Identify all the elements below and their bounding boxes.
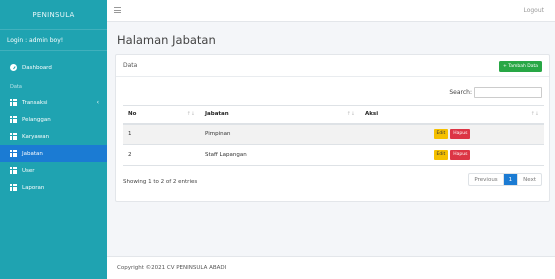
dashboard-icon	[10, 64, 17, 71]
sidebar-item-label: Laporan	[22, 184, 45, 191]
sidebar-item-label: Pelanggan	[22, 116, 51, 123]
card-title: Data	[123, 62, 138, 69]
cell-no: 1	[123, 123, 200, 145]
column-header-aksi[interactable]: Aksi ↑↓	[360, 105, 544, 125]
delete-button[interactable]: Hapus	[450, 150, 471, 160]
menu-toggle-icon[interactable]	[114, 7, 121, 13]
sidebar-item-laporan[interactable]: Laporan	[0, 179, 107, 196]
edit-button[interactable]: Edit	[433, 150, 449, 160]
pagination-previous[interactable]: Previous	[469, 174, 504, 185]
table-icon	[10, 116, 17, 123]
pagination: Previous 1 Next	[468, 173, 542, 186]
sidebar-item-transaksi[interactable]: Transaksi ‹	[0, 94, 107, 111]
edit-button[interactable]: Edit	[433, 129, 449, 140]
sidebar-item-label: Transaksi	[22, 99, 48, 106]
table-row: 2 Staff Lapangan Edit Hapus	[123, 144, 544, 166]
sidebar-item-label: Karyawan	[22, 133, 50, 140]
login-status: Login : admin boy!	[0, 29, 107, 51]
sidebar-item-jabatan[interactable]: Jabatan	[0, 145, 107, 162]
search-input[interactable]	[474, 87, 542, 98]
logout-link[interactable]: Logout	[523, 7, 544, 14]
search-label: Search:	[449, 89, 472, 96]
brand-logo[interactable]: PENINSULA	[0, 0, 107, 29]
page-title: Halaman Jabatan	[117, 33, 216, 47]
table-icon	[10, 133, 17, 140]
column-header-no[interactable]: No ↑↓	[123, 105, 200, 125]
cell-aksi: Edit Hapus	[360, 123, 544, 145]
delete-button[interactable]: Hapus	[450, 129, 471, 140]
card-header: Data + Tambah Data	[116, 55, 549, 77]
add-data-button[interactable]: + Tambah Data	[499, 61, 542, 72]
jabatan-table: No ↑↓ Jabatan ↑↓ Aksi ↑↓ 1 Pimpinan Edit Hap…	[123, 105, 544, 166]
sort-icon: ↑↓	[186, 111, 195, 117]
table-row: 1 Pimpinan Edit Hapus	[123, 123, 544, 145]
copyright-text: Copyright ©2021 CV PENINSULA ABADI	[117, 265, 227, 271]
table-icon	[10, 150, 17, 157]
table-icon	[10, 184, 17, 191]
table-icon	[10, 167, 17, 174]
sidebar-item-label: Jabatan	[22, 150, 43, 157]
chevron-left-icon: ‹	[96, 99, 99, 106]
cell-aksi: Edit Hapus	[360, 144, 544, 166]
cell-jabatan: Staff Lapangan	[200, 144, 360, 166]
sidebar: PENINSULA Login : admin boy! Dashboard D…	[0, 0, 107, 279]
sort-icon: ↑↓	[530, 111, 539, 117]
data-card: Data + Tambah Data Search: No ↑↓ Jabatan ↑…	[115, 54, 550, 202]
sidebar-item-label: User	[22, 167, 35, 174]
table-info: Showing 1 to 2 of 2 entries	[123, 179, 198, 185]
pagination-page-1[interactable]: 1	[503, 174, 519, 185]
cell-no: 2	[123, 144, 200, 166]
pagination-next[interactable]: Next	[518, 174, 541, 185]
footer: Copyright ©2021 CV PENINSULA ABADI	[107, 256, 555, 279]
top-navbar: Logout	[107, 0, 555, 22]
sort-icon: ↑↓	[346, 111, 355, 117]
sidebar-item-dashboard[interactable]: Dashboard	[0, 58, 107, 77]
sidebar-item-pelanggan[interactable]: Pelanggan	[0, 111, 107, 128]
search-row: Search:	[116, 87, 549, 99]
sidebar-item-label: Dashboard	[22, 64, 52, 71]
sidebar-item-karyawan[interactable]: Karyawan	[0, 128, 107, 145]
table-icon	[10, 99, 17, 106]
sidebar-item-user[interactable]: User	[0, 162, 107, 179]
column-header-jabatan[interactable]: Jabatan ↑↓	[200, 105, 360, 125]
cell-jabatan: Pimpinan	[200, 123, 360, 145]
sidebar-section-label: Data	[10, 84, 22, 90]
